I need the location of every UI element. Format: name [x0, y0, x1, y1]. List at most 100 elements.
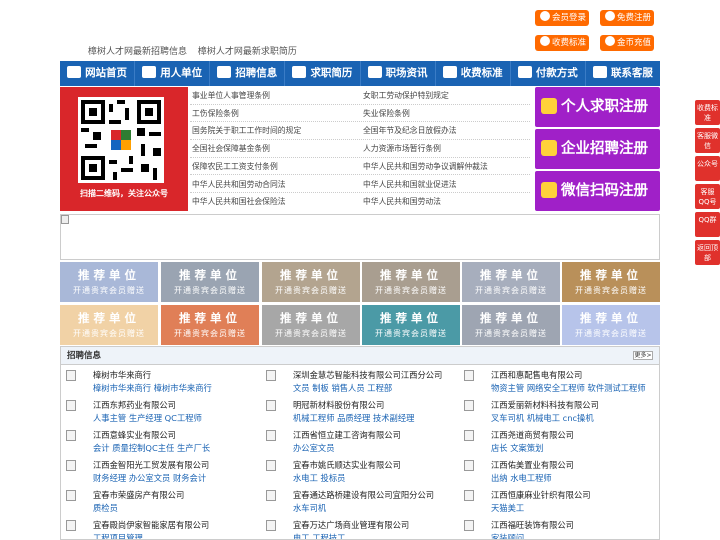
company-logo[interactable]: [266, 490, 276, 501]
company-logo[interactable]: [464, 430, 474, 441]
company-name[interactable]: 江西佑美置业有限公司: [491, 459, 574, 471]
latest-resumes-link[interactable]: 樟树人才网最新求职简历: [198, 47, 297, 57]
law-link[interactable]: 中华人民共和国劳动法: [363, 193, 441, 210]
nav-resumes[interactable]: 求职简历: [285, 61, 361, 86]
company-name[interactable]: 江西爱丽新材料科技有限公司: [491, 399, 599, 411]
law-link[interactable]: 全国社会保障基金条例: [192, 140, 270, 157]
company-logo[interactable]: [66, 370, 76, 381]
job-positions[interactable]: 办公室文员: [293, 442, 335, 454]
job-positions[interactable]: 水电工 投标员: [293, 472, 345, 484]
law-link[interactable]: 人力资源市场暂行条例: [363, 140, 441, 157]
recommend-unit-ad[interactable]: 推荐单位 开通贵宾会员赠送: [262, 262, 360, 302]
login-button[interactable]: 会员登录: [535, 10, 589, 26]
law-link[interactable]: 中华人民共和国劳动争议调解仲裁法: [363, 158, 488, 175]
company-logo[interactable]: [66, 400, 76, 411]
company-name[interactable]: 江西东邦药业有限公司: [93, 399, 176, 411]
job-positions[interactable]: 财务经理 办公室文员 财务会计: [93, 472, 206, 484]
nav-home[interactable]: 网站首页: [60, 61, 136, 86]
recommend-unit-ad[interactable]: 推荐单位 开通贵宾会员赠送: [562, 305, 660, 345]
job-positions[interactable]: 工程项目管理: [93, 532, 143, 539]
company-name[interactable]: 樟树市华来商行: [93, 369, 151, 381]
job-positions[interactable]: 人事主管 生产经理 QC工程师: [93, 412, 202, 424]
company-logo[interactable]: [464, 400, 474, 411]
sidebar-qq-group[interactable]: QQ群: [695, 212, 720, 237]
company-name[interactable]: 江西福旺装饰有限公司: [491, 519, 574, 531]
recommend-unit-ad[interactable]: 推荐单位 开通贵宾会员赠送: [362, 262, 460, 302]
company-name[interactable]: 江西省恒立建工咨询有限公司: [293, 429, 401, 441]
sidebar-official-account[interactable]: 公众号: [695, 156, 720, 181]
company-logo[interactable]: [66, 490, 76, 501]
job-positions[interactable]: 物资主管 网络安全工程师 软件测试工程师: [491, 382, 646, 394]
company-logo[interactable]: [464, 460, 474, 471]
law-link[interactable]: 失业保险条例: [363, 105, 410, 122]
law-link[interactable]: 中华人民共和国就业促进法: [363, 176, 457, 193]
recommend-unit-ad[interactable]: 推荐单位 开通贵宾会员赠送: [362, 305, 460, 345]
job-positions[interactable]: 出纳 水电工程师: [491, 472, 552, 484]
wechat-register-button[interactable]: 微信扫码注册: [535, 171, 660, 211]
company-logo[interactable]: [266, 400, 276, 411]
nav-fees[interactable]: 收费标准: [436, 61, 511, 86]
sidebar-back-to-top[interactable]: 返回顶部: [695, 240, 720, 265]
nav-employers[interactable]: 用人单位: [135, 61, 211, 86]
company-name[interactable]: 深圳金慧芯智能科技有限公司江西分公司: [293, 369, 442, 381]
company-name[interactable]: 江西金智阳光工贸发展有限公司: [93, 459, 209, 471]
nav-jobs[interactable]: 招聘信息: [210, 61, 286, 86]
nav-payment[interactable]: 付款方式: [511, 61, 586, 86]
job-positions[interactable]: 会计 质量控制QC主任 生产厂长: [93, 442, 210, 454]
nav-news[interactable]: 职场资讯: [361, 61, 436, 86]
job-positions[interactable]: 店长 文案策划: [491, 442, 543, 454]
recommend-unit-ad[interactable]: 推荐单位 开通贵宾会员赠送: [262, 305, 360, 345]
company-name[interactable]: 江西和惠配售电有限公司: [491, 369, 582, 381]
fee-standard-button[interactable]: 收费标准: [535, 35, 589, 51]
company-logo[interactable]: [266, 460, 276, 471]
company-name[interactable]: 宜春市姚氏顺达实业有限公司: [293, 459, 401, 471]
recommend-unit-ad[interactable]: 推荐单位 开通贵宾会员赠送: [562, 262, 660, 302]
job-positions[interactable]: 天猫美工: [491, 502, 524, 514]
company-logo[interactable]: [66, 430, 76, 441]
company-name[interactable]: 宜春市荣盛房产有限公司: [93, 489, 184, 501]
law-link[interactable]: 事业单位人事管理条例: [192, 87, 270, 104]
more-jobs-link[interactable]: 更多>: [633, 351, 653, 360]
company-name[interactable]: 江西意蜂实业有限公司: [93, 429, 176, 441]
law-link[interactable]: 中华人民共和国劳动合同法: [192, 176, 286, 193]
company-logo[interactable]: [266, 430, 276, 441]
company-name[interactable]: 江西尧道商贸有限公司: [491, 429, 574, 441]
company-name[interactable]: 宜春通达路桥建设有限公司宜阳分公司: [293, 489, 434, 501]
job-positions[interactable]: 叉车司机 机械电工 cnc操机: [491, 412, 594, 424]
job-positions[interactable]: 樟树市华来商行 樟树市华来商行: [93, 382, 212, 394]
company-name[interactable]: 明冠新材料股份有限公司: [293, 399, 384, 411]
job-positions[interactable]: 文员 制板 销售人员 工程部: [293, 382, 392, 394]
law-link[interactable]: 全国年节及纪念日放假办法: [363, 122, 457, 139]
job-positions[interactable]: 水车司机: [293, 502, 326, 514]
company-name[interactable]: 江西恒康麻业针织有限公司: [491, 489, 591, 501]
company-logo[interactable]: [266, 520, 276, 531]
law-link[interactable]: 工伤保险条例: [192, 105, 239, 122]
law-link[interactable]: 国务院关于职工工作时间的规定: [192, 122, 301, 139]
recommend-unit-ad[interactable]: 推荐单位 开通贵宾会员赠送: [161, 262, 259, 302]
recommend-unit-ad[interactable]: 推荐单位 开通贵宾会员赠送: [462, 262, 560, 302]
job-positions[interactable]: 家装顾问: [491, 532, 524, 539]
job-positions[interactable]: 机械工程师 品质经理 技术副经理: [293, 412, 414, 424]
sidebar-service-wechat[interactable]: 客服微信: [695, 128, 720, 153]
law-link[interactable]: 女职工劳动保护特别规定: [363, 87, 449, 104]
job-positions[interactable]: 电工 工程技工: [293, 532, 345, 539]
personal-register-button[interactable]: 个人求职注册: [535, 87, 660, 127]
recommend-unit-ad[interactable]: 推荐单位 开通贵宾会员赠送: [60, 305, 158, 345]
law-link[interactable]: 保障农民工工资支付条例: [192, 158, 278, 175]
recommend-unit-ad[interactable]: 推荐单位 开通贵宾会员赠送: [462, 305, 560, 345]
law-link[interactable]: 中华人民共和国社会保险法: [192, 193, 286, 210]
company-logo[interactable]: [464, 370, 474, 381]
banner-ad[interactable]: [60, 214, 660, 260]
register-button[interactable]: 免费注册: [600, 10, 654, 26]
company-name[interactable]: 宜春万达广场商业管理有限公司: [293, 519, 409, 531]
latest-jobs-link[interactable]: 樟树人才网最新招聘信息: [88, 47, 187, 57]
company-logo[interactable]: [66, 520, 76, 531]
recommend-unit-ad[interactable]: 推荐单位 开通贵宾会员赠送: [60, 262, 158, 302]
company-register-button[interactable]: 企业招聘注册: [535, 129, 660, 169]
nav-contact[interactable]: 联系客服: [586, 61, 660, 86]
recommend-unit-ad[interactable]: 推荐单位 开通贵宾会员赠送: [161, 305, 259, 345]
company-name[interactable]: 宜春殿尚伊家智能家居有限公司: [93, 519, 209, 531]
company-logo[interactable]: [266, 370, 276, 381]
company-logo[interactable]: [66, 460, 76, 471]
coin-recharge-button[interactable]: 金币充值: [600, 35, 654, 51]
